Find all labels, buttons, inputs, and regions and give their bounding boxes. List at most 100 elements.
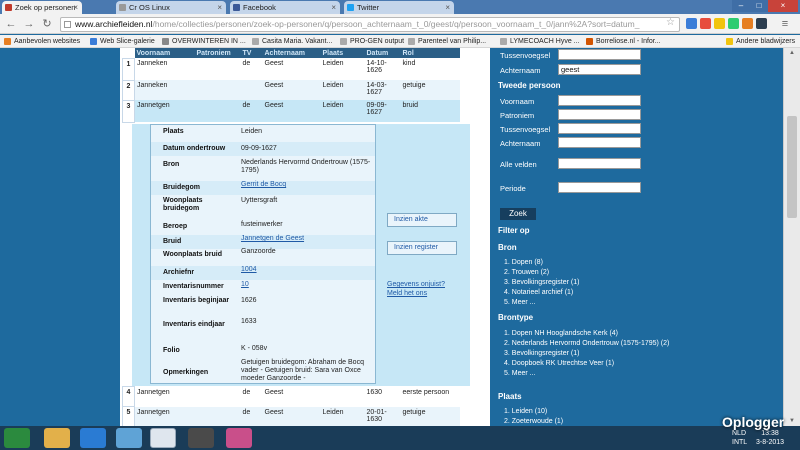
minimize-icon[interactable]: – xyxy=(732,0,750,12)
star-icon[interactable]: ☆ xyxy=(666,17,675,28)
meld-het-ons-link[interactable]: Meld het ons xyxy=(387,290,427,298)
filter-item[interactable]: 2. Nederlands Hervormd Ondertrouw (1575-… xyxy=(504,339,674,349)
extension-icon[interactable] xyxy=(686,18,697,29)
achternaam-input[interactable]: geest xyxy=(558,64,641,75)
close-icon[interactable]: × xyxy=(73,1,78,14)
bookmark-item[interactable]: Aanbevolen websites xyxy=(4,35,80,48)
bookmark-icon xyxy=(162,38,169,45)
column-header[interactable]: Achternaam xyxy=(262,48,321,58)
alle-velden-input[interactable] xyxy=(558,158,641,169)
menu-icon[interactable]: ≡ xyxy=(778,17,792,31)
back-icon[interactable]: ← xyxy=(4,17,18,31)
gmail-icon[interactable] xyxy=(700,18,711,29)
filter-item[interactable]: 2. Zoeterwoude (1) xyxy=(504,417,563,426)
close-icon[interactable]: × xyxy=(445,1,450,14)
patroniem-input[interactable] xyxy=(558,109,641,120)
filter-item[interactable]: 1. Dopen (8) xyxy=(504,258,579,268)
scroll-up-icon[interactable]: ▲ xyxy=(784,48,800,58)
tussenvoegsel-label: Tussenvoegsel xyxy=(500,51,551,60)
vertical-scrollbar[interactable]: ▲ ▼ xyxy=(783,48,800,426)
inventarisnummer-link[interactable]: 10 xyxy=(241,281,373,289)
other-bookmarks[interactable]: Andere bladwijzers xyxy=(726,35,795,48)
bookmark-item[interactable]: OVERWINTEREN IN ... xyxy=(162,35,246,48)
cell-rol: getuige xyxy=(400,80,460,100)
filter-item[interactable]: 3. Bevolkingsregister (1) xyxy=(504,349,674,359)
bookmark-item[interactable]: Web Slice-galerie xyxy=(90,35,155,48)
cell-rol: eerste persoon xyxy=(400,386,460,407)
tussenvoegsel-input[interactable] xyxy=(558,49,641,60)
column-header[interactable]: Patroniem xyxy=(194,48,241,58)
inzien-akte-button[interactable]: Inzien akte xyxy=(387,213,457,227)
picasa-icon[interactable] xyxy=(226,428,252,448)
chrome-icon[interactable] xyxy=(150,428,176,448)
table-row[interactable]: 5 Jannetgen de Geest Leiden 20-01-1630 g… xyxy=(122,406,460,426)
tussenvoegsel2-input[interactable] xyxy=(558,123,641,134)
filter-item[interactable]: 3. Bevolkingsregister (1) xyxy=(504,278,579,288)
detail-row: Inventarisnummer 10 xyxy=(151,281,375,295)
filter-item[interactable]: 1. Leiden (10) xyxy=(504,407,563,417)
language-indicator[interactable]: NLD INTL xyxy=(732,429,747,447)
inzien-register-button[interactable]: Inzien register xyxy=(387,241,457,255)
cell-patroniem xyxy=(194,58,241,80)
archiefnr-link[interactable]: 1004 xyxy=(241,266,373,274)
table-row[interactable]: 4 Jannetgen de Geest 1630 eerste persoon xyxy=(122,386,460,407)
explorer-icon[interactable] xyxy=(44,428,70,448)
bookmark-item[interactable]: LYMECOACH Hyve ... xyxy=(500,35,580,48)
voornaam-input[interactable] xyxy=(558,95,641,106)
tab-cr-os-linux[interactable]: Cr OS Linux × xyxy=(116,1,226,14)
filter-item[interactable]: 4. Doopboek RK Utrechtse Veer (1) xyxy=(504,359,674,369)
app-icon[interactable] xyxy=(116,428,142,448)
forward-icon[interactable]: → xyxy=(22,17,36,31)
start-icon[interactable] xyxy=(4,428,30,448)
extension-icon[interactable] xyxy=(742,18,753,29)
filter-item[interactable]: 2. Trouwen (2) xyxy=(504,268,579,278)
zoek-button[interactable]: Zoek xyxy=(500,208,536,220)
maximize-icon[interactable]: □ xyxy=(750,0,768,12)
close-icon[interactable]: × xyxy=(217,1,222,14)
bookmark-item[interactable]: Casita Maria. Vakant... xyxy=(252,35,332,48)
alle-velden-label: Alle velden xyxy=(500,160,537,169)
bookmark-item[interactable]: PRO-GEN output xyxy=(340,35,404,48)
column-header[interactable]: Rol xyxy=(400,48,460,58)
clock[interactable]: 13:38 3-8-2013 xyxy=(756,429,784,447)
app-icon[interactable] xyxy=(188,428,214,448)
bookmark-item[interactable]: Parenteel van Philip... xyxy=(408,35,486,48)
periode-input[interactable] xyxy=(558,182,641,193)
internet-explorer-icon[interactable] xyxy=(80,428,106,448)
bruid-link[interactable]: Jannetgen de Geest xyxy=(241,235,373,243)
address-bar[interactable]: www.archiefleiden.nl/home/collecties/per… xyxy=(60,17,680,32)
filter-item[interactable]: 4. Notarieel archief (1) xyxy=(504,288,579,298)
column-header[interactable]: TV xyxy=(240,48,263,58)
column-header[interactable]: Voornaam xyxy=(134,48,195,58)
column-header[interactable]: Datum xyxy=(364,48,401,58)
cell-plaats: Leiden xyxy=(320,406,365,426)
achternaam-label: Achternaam xyxy=(500,66,541,75)
tussenvoegsel2-label: Tussenvoegsel xyxy=(500,125,551,134)
tab-zoek-op-personen[interactable]: Zoek op personen × xyxy=(2,1,82,14)
scroll-down-icon[interactable]: ▼ xyxy=(784,416,800,426)
filter-item[interactable]: 1. Dopen NH Hooglandsche Kerk (4) xyxy=(504,329,674,339)
bookmark-item[interactable]: Borreliose.nl - Infor... xyxy=(586,35,661,48)
scrollbar-thumb[interactable] xyxy=(787,116,797,218)
detail-row: Opmerkingen Getuigen bruidegom: Abraham d… xyxy=(163,359,364,382)
filter-item[interactable]: 5. Meer ... xyxy=(504,298,579,308)
tab-facebook[interactable]: Facebook × xyxy=(230,1,340,14)
url-host: www.archiefleiden.nl xyxy=(75,19,153,29)
table-row[interactable]: 1 Janneken de Geest Leiden 14-10-1626 ki… xyxy=(122,57,460,81)
periode-label: Periode xyxy=(500,184,526,193)
filter-item[interactable]: 5. Meer ... xyxy=(504,369,674,379)
extension-icon[interactable] xyxy=(714,18,725,29)
table-row[interactable]: 2 Janneken Geest Leiden 14-03-1627 getui… xyxy=(122,79,460,101)
bruidegom-link[interactable]: Gerrit de Bocq xyxy=(241,181,373,189)
table-row-selected[interactable]: 3 Jannetgen de Geest Leiden 09-09-1627 b… xyxy=(122,99,460,123)
gegevens-onjuist-link[interactable]: Gegevens onjuist? xyxy=(387,281,445,289)
extension-icon[interactable] xyxy=(728,18,739,29)
achternaam2-input[interactable] xyxy=(558,137,641,148)
close-icon[interactable]: × xyxy=(331,1,336,14)
close-window-icon[interactable]: × xyxy=(768,0,798,12)
detail-row: Inventaris beginjaar 1626 xyxy=(163,297,257,304)
column-header[interactable]: Plaats xyxy=(320,48,365,58)
tab-twitter[interactable]: Twitter × xyxy=(344,1,454,14)
extension-icon[interactable] xyxy=(756,18,767,29)
reload-icon[interactable]: ↻ xyxy=(40,17,54,31)
